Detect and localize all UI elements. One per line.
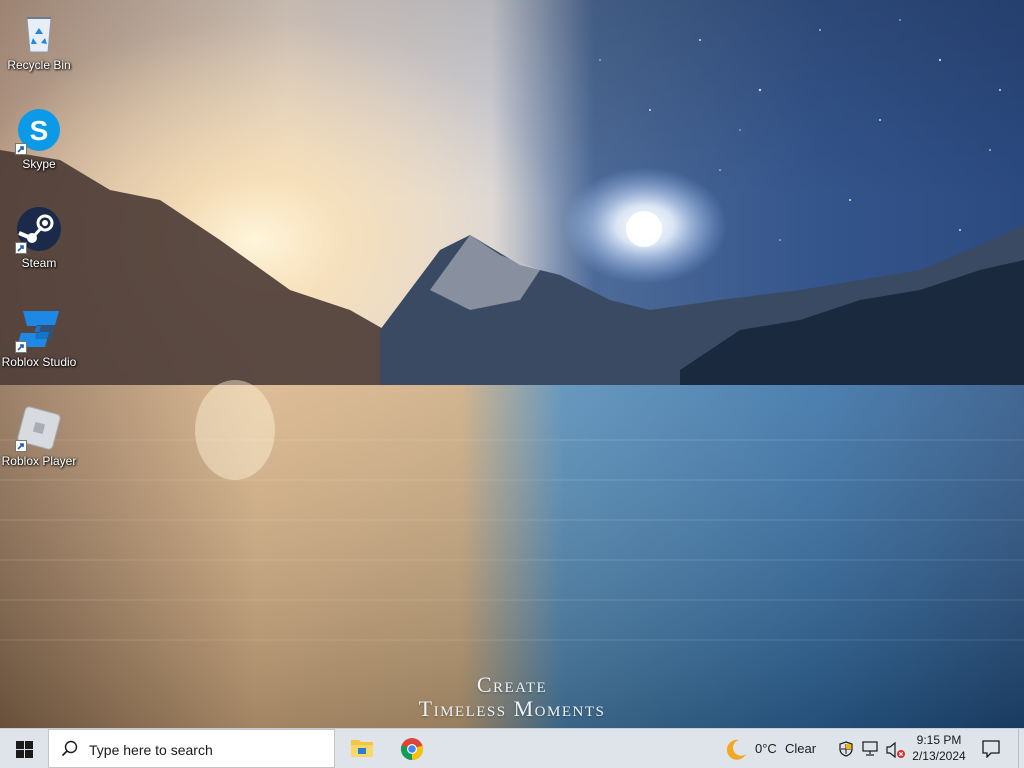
moon-icon (726, 739, 746, 760)
clock-time: 9:15 PM (916, 733, 962, 747)
desktop-icon-roblox-studio[interactable]: Roblox Studio (0, 305, 78, 369)
notification-center-button[interactable] (976, 729, 1006, 768)
desktop-icon-roblox-player[interactable]: Roblox Player (0, 404, 78, 468)
start-button[interactable] (0, 729, 48, 768)
desktop-icon-skype[interactable]: S Skype (0, 107, 78, 171)
clock-date: 2/13/2024 (912, 749, 966, 763)
desktop-icon-recycle-bin[interactable]: Recycle Bin (0, 8, 78, 72)
desktop-wallpaper: Create Timeless Moments (0, 0, 1024, 728)
notification-icon (982, 740, 1000, 758)
recycle-bin-icon (15, 8, 63, 56)
windows-logo-icon (16, 741, 33, 758)
chrome-icon (400, 738, 424, 761)
wallpaper-caption-line1: Create (476, 672, 548, 697)
svg-text:S: S (30, 115, 49, 146)
skype-icon: S (15, 107, 63, 155)
weather-widget[interactable]: 0°C Clear (720, 729, 824, 768)
show-desktop-button[interactable] (1018, 729, 1024, 768)
tray-network[interactable] (858, 729, 882, 768)
desktop-icon-label: Skype (22, 157, 56, 171)
taskbar-chrome[interactable] (388, 729, 436, 768)
taskbar: 0°C Clear 9:15 PM 2/13/2024 (0, 728, 1024, 768)
roblox-player-icon (15, 404, 63, 452)
desktop-icon-label: Roblox Studio (1, 355, 77, 369)
weather-temperature: 0°C (755, 741, 777, 756)
tray-security[interactable] (834, 729, 858, 768)
taskbar-search-box[interactable] (48, 729, 335, 768)
search-icon (61, 740, 78, 757)
shortcut-arrow-icon (15, 242, 27, 254)
weather-condition: Clear (785, 741, 817, 756)
taskbar-file-explorer[interactable] (338, 729, 386, 768)
shortcut-arrow-icon (15, 440, 27, 452)
desktop-icon-label: Roblox Player (1, 454, 77, 468)
shortcut-arrow-icon (15, 341, 27, 353)
shortcut-arrow-icon (15, 143, 27, 155)
roblox-studio-icon (15, 305, 63, 353)
taskbar-clock[interactable]: 9:15 PM 2/13/2024 (906, 732, 972, 764)
file-explorer-icon (351, 740, 373, 757)
desktop-icon-steam[interactable]: Steam (0, 206, 78, 270)
tray-volume[interactable] (882, 729, 906, 768)
desktop-icon-label: Recycle Bin (7, 58, 71, 72)
desktop-icon-label: Steam (21, 256, 57, 270)
steam-icon (15, 206, 63, 254)
volume-muted-icon (886, 741, 905, 759)
wallpaper-caption-line2: Timeless Moments (418, 696, 606, 721)
security-shield-icon (839, 741, 853, 757)
search-input[interactable] (87, 738, 321, 762)
network-icon (862, 741, 878, 756)
